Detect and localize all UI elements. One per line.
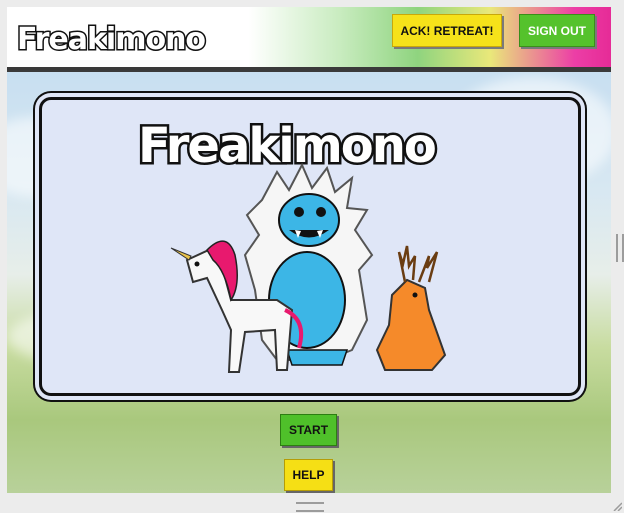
splash-card: Freakimono: [39, 97, 581, 396]
start-button[interactable]: START: [280, 414, 337, 446]
freakimono-logo: Freakimono: [16, 21, 208, 59]
horizontal-resize-handle[interactable]: [296, 502, 324, 512]
sign-out-button[interactable]: SIGN OUT: [519, 14, 595, 47]
yeti-illustration: [243, 162, 374, 366]
vertical-resize-handle[interactable]: [616, 234, 624, 262]
start-label: START: [288, 423, 329, 437]
help-button[interactable]: HELP: [284, 459, 333, 491]
header-bar: Freakimono ACK! RETREAT! SIGN OUT: [7, 7, 611, 72]
help-label: HELP: [292, 468, 325, 482]
resize-corner-icon[interactable]: [612, 501, 622, 511]
retreat-label: ACK! RETREAT!: [400, 23, 494, 38]
jackalope-illustration: [375, 245, 447, 371]
logo-text: Freakimono: [17, 22, 205, 57]
ack-retreat-button[interactable]: ACK! RETREAT!: [392, 14, 502, 47]
sign-out-label: SIGN OUT: [527, 23, 586, 38]
app-frame: Freakimono ACK! RETREAT! SIGN OUT Freaki…: [7, 7, 611, 493]
creatures-illustration: [170, 162, 447, 373]
